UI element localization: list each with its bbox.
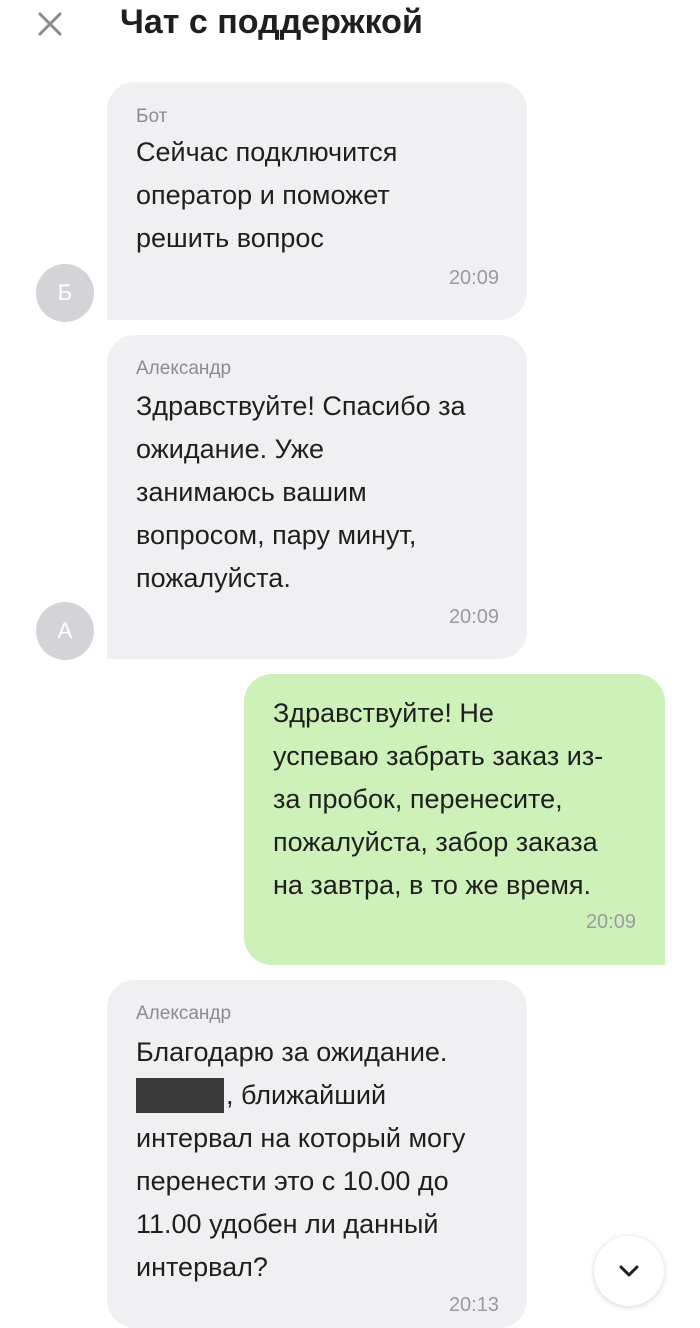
message-text: Здравствуйте! Спасибо за ожидание. Уже з… [136, 391, 466, 593]
message-time: 20:09 [448, 606, 499, 628]
message-time: 20:13 [448, 1294, 499, 1316]
close-icon [38, 12, 62, 36]
message-bubble-outgoing: Здравствуйте! Не успеваю забрать заказ и… [244, 674, 665, 965]
message-sender: Бот [136, 106, 168, 127]
message-sender: Александр [136, 358, 232, 379]
message-bubble: Александр Благодарю за ожидание. , ближа… [107, 980, 527, 1328]
page-title: Чат с поддержкой [120, 3, 423, 41]
close-button[interactable] [30, 4, 70, 44]
chat-header: Чат с поддержкой [0, 0, 700, 52]
scroll-down-button[interactable] [594, 1236, 664, 1306]
message-text: Здравствуйте! Не успеваю забрать заказ и… [273, 698, 604, 900]
avatar: А [36, 602, 94, 660]
message-time: 20:09 [585, 911, 636, 933]
message-bubble: Бот Сейчас подключится оператор и поможе… [107, 82, 527, 320]
avatar: Б [36, 264, 94, 322]
message-time: 20:09 [448, 267, 499, 289]
chevron-down-icon [619, 1265, 639, 1277]
message-text: Благодарю за ожидание. , ближайший интер… [136, 1037, 466, 1282]
message-bubble: Александр Здравствуйте! Спасибо за ожида… [107, 335, 527, 659]
redacted-name [136, 1078, 224, 1113]
message-text: Сейчас подключится оператор и поможет ре… [136, 137, 398, 253]
message-sender: Александр [136, 1003, 232, 1024]
